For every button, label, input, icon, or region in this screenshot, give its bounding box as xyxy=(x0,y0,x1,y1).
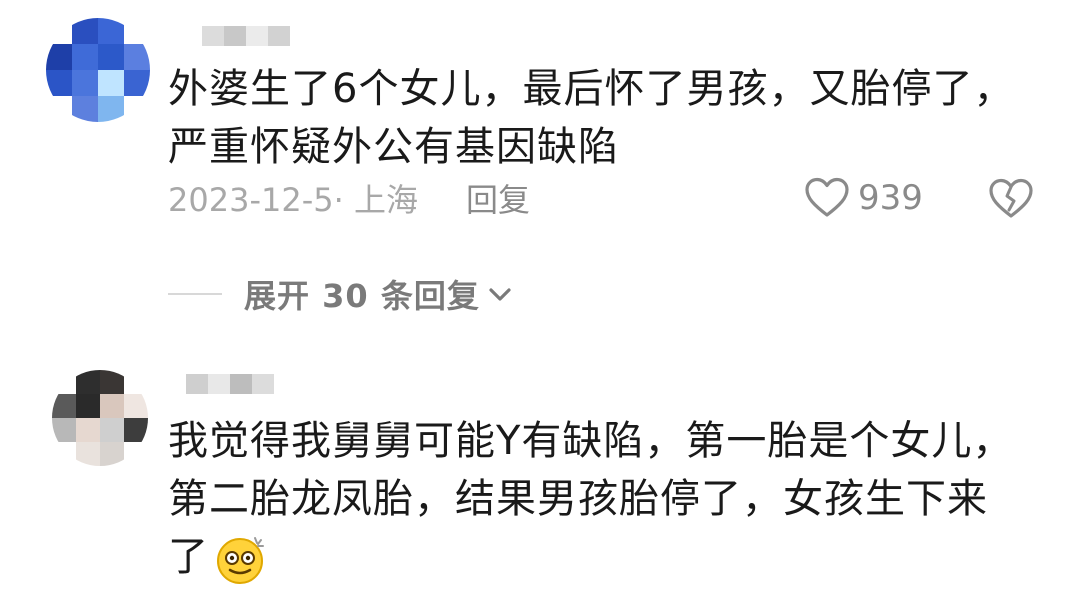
avatar-pixel xyxy=(46,18,72,44)
username-blurred[interactable] xyxy=(186,374,274,400)
avatar-pixel xyxy=(124,44,150,70)
username-pixel xyxy=(186,374,208,394)
dizzy-face-emoji xyxy=(217,537,264,584)
username-pixel xyxy=(202,26,224,46)
avatar-pixel xyxy=(52,394,76,418)
username-pixel xyxy=(230,374,252,394)
avatar-pixel xyxy=(52,418,76,442)
comment-text: 外婆生了6个女儿，最后怀了男孩，又胎停了，严重怀疑外公有基因缺陷 xyxy=(168,66,1015,170)
avatar-pixel xyxy=(124,418,148,442)
avatar-pixel xyxy=(76,370,100,394)
comment-meta: 2023-12-5· 上海 回复 xyxy=(168,176,530,220)
comment-text: 我觉得我舅舅可能Y有缺陷，第一胎是个女儿，第二胎龙凤胎，结果男孩胎停了，女孩生下… xyxy=(168,412,1028,586)
avatar-pixel xyxy=(98,70,124,96)
broken-heart-icon[interactable] xyxy=(988,176,1034,222)
avatar-pixel xyxy=(124,370,148,394)
avatar-pixel xyxy=(46,70,72,96)
expand-replies-button[interactable]: 展开 30 条回复 xyxy=(168,270,514,318)
avatar-pixel xyxy=(100,370,124,394)
reply-button[interactable]: 回复 xyxy=(466,175,530,221)
comment-date-location: 2023-12-5· 上海 xyxy=(168,181,418,219)
avatar-pixel xyxy=(98,44,124,70)
avatar-pixel xyxy=(100,418,124,442)
avatar-pixel xyxy=(72,44,98,70)
avatar-pixel xyxy=(46,96,72,122)
avatar-pixel xyxy=(76,442,100,466)
avatar-pixel xyxy=(46,44,72,70)
avatar-pixel xyxy=(100,394,124,418)
avatar-pixel xyxy=(72,96,98,122)
username-blurred[interactable] xyxy=(202,26,290,52)
avatar-pixel xyxy=(76,394,100,418)
avatar[interactable] xyxy=(52,370,148,466)
avatar-pixel xyxy=(124,18,150,44)
username-pixel xyxy=(268,26,290,46)
avatar-pixel xyxy=(124,394,148,418)
avatar-pixel xyxy=(76,418,100,442)
avatar-pixel xyxy=(72,18,98,44)
avatar-pixel xyxy=(124,442,148,466)
avatar-pixel xyxy=(52,370,76,394)
username-pixel xyxy=(246,26,268,46)
heart-outline-icon xyxy=(805,177,849,217)
avatar-pixel xyxy=(124,70,150,96)
avatar-pixel xyxy=(98,18,124,44)
username-pixel xyxy=(252,374,274,394)
avatar-pixel xyxy=(100,442,124,466)
like-count: 939 xyxy=(858,178,923,218)
avatar[interactable] xyxy=(46,18,150,122)
expand-replies-label: 展开 30 条回复 xyxy=(244,277,480,315)
like-button[interactable]: 939 xyxy=(804,174,923,222)
username-pixel xyxy=(224,26,246,46)
avatar-pixel xyxy=(124,96,150,122)
avatar-pixel xyxy=(72,70,98,96)
avatar-pixel xyxy=(52,442,76,466)
chevron-down-icon xyxy=(489,288,511,301)
comment-text-body: 我觉得我舅舅可能Y有缺陷，第一胎是个女儿，第二胎龙凤胎，结果男孩胎停了，女孩生下… xyxy=(168,418,1014,580)
username-pixel xyxy=(208,374,230,394)
avatar-pixel xyxy=(98,96,124,122)
divider-line xyxy=(168,293,222,295)
